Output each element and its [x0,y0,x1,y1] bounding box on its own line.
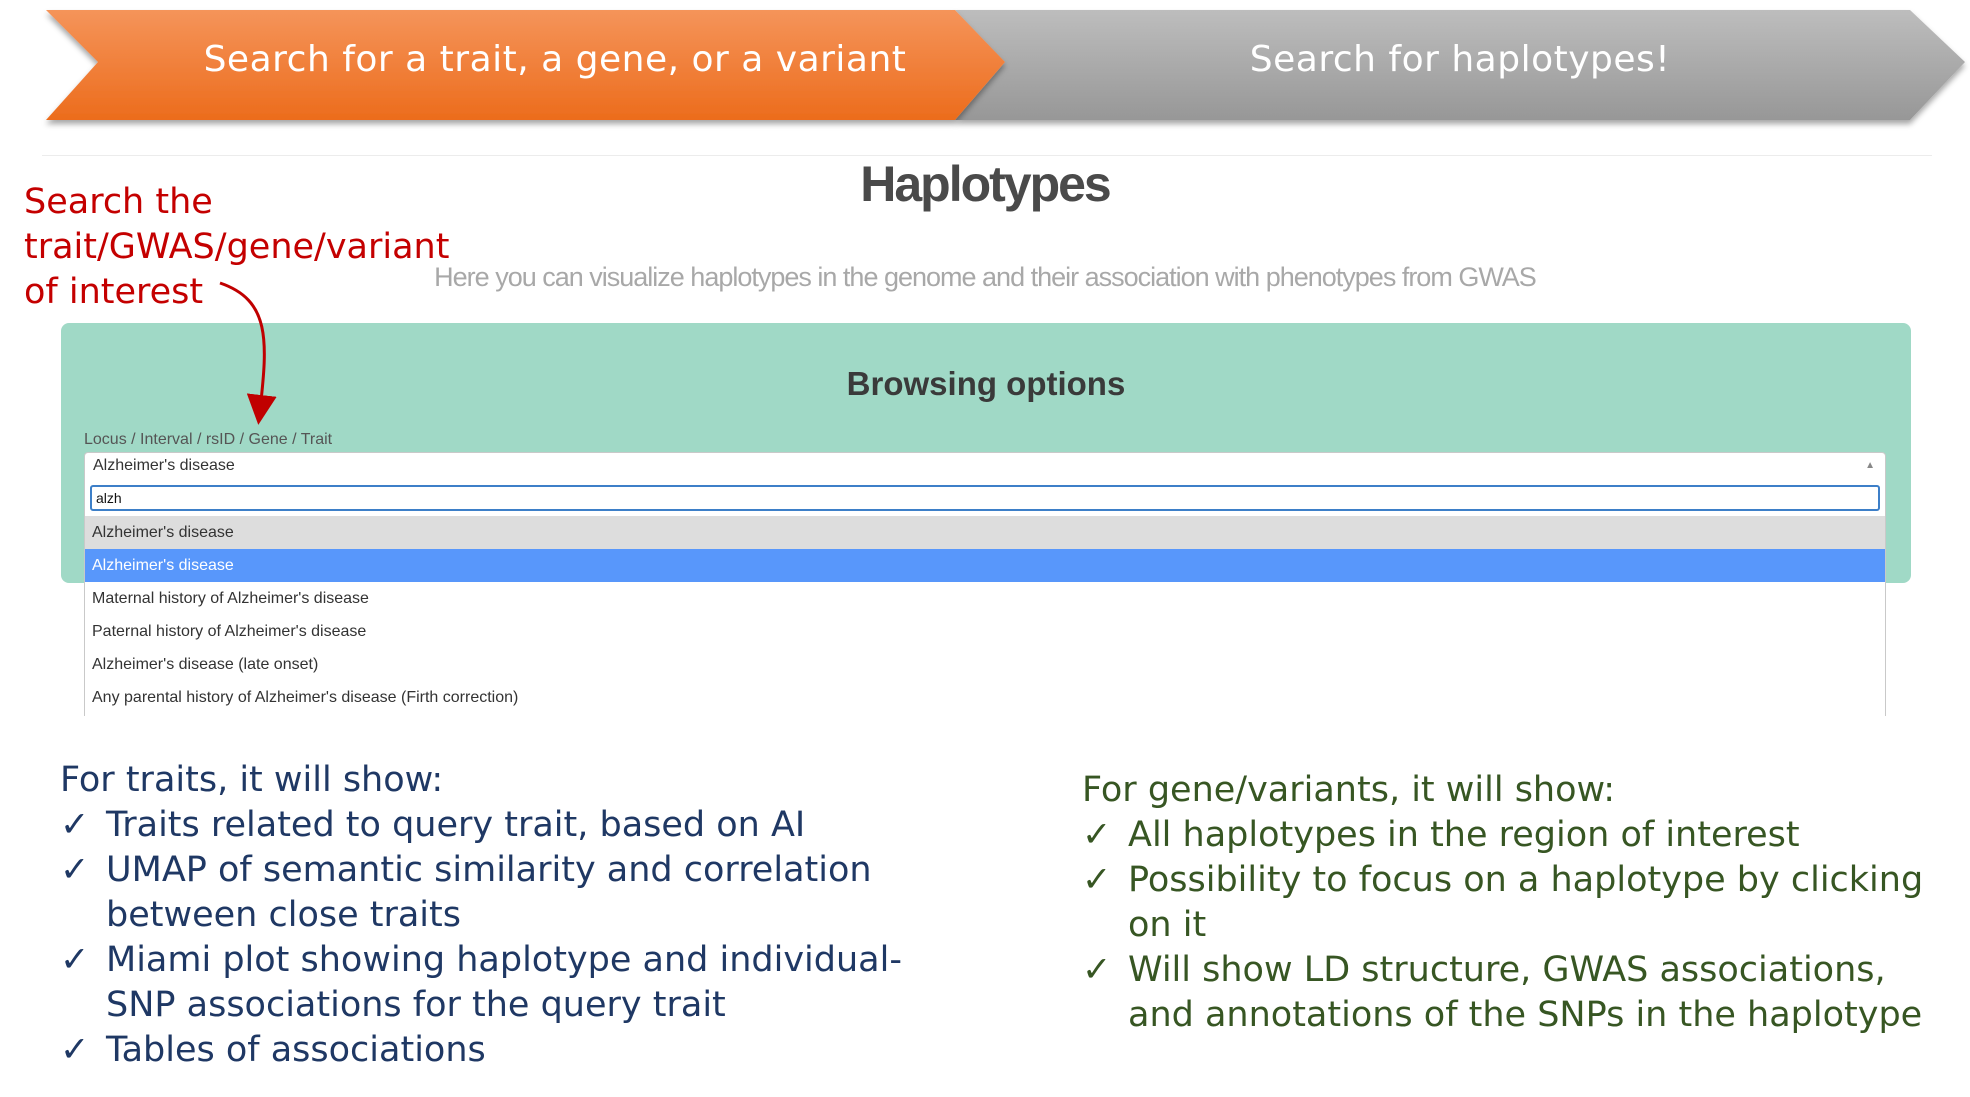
dropdown-search-input[interactable] [90,485,1880,511]
checkmark-icon: ✓ [60,940,90,980]
list-item: ✓ Possibility to focus on a haplotype by … [1082,858,1962,948]
dropdown-option[interactable]: Any parental history of Alzheimer's dise… [85,681,1885,714]
item-text: Traits related to query trait, based on … [106,805,806,845]
item-text: Tables of associations [106,1030,486,1070]
select-dropdown: Alzheimer's disease Alzheimer's disease … [84,480,1886,716]
checkmark-icon: ✓ [60,1030,90,1070]
dropdown-option[interactable]: Maternal history of Alzheimer's disease [85,582,1885,615]
search-annotation: Search the trait/GWAS/gene/variant of in… [24,180,464,315]
checkmark-icon: ✓ [60,850,90,890]
checkmark-icon: ✓ [1082,950,1112,990]
genes-list-heading: For gene/variants, it will show: [1082,767,1962,813]
annotation-line: of interest [24,272,204,312]
traits-list-heading: For traits, it will show: [60,757,920,803]
caret-up-icon[interactable]: ▲ [1865,460,1875,471]
list-item: ✓ Traits related to query trait, based on… [60,803,920,848]
dropdown-option[interactable]: Alzheimer's disease (late onset) [85,648,1885,681]
checkmark-icon: ✓ [60,805,90,845]
selected-value: Alzheimer's disease [93,457,235,474]
search-field-label: Locus / Interval / rsID / Gene / Trait [84,431,333,448]
genes-items: ✓ All haplotypes in the region of interes… [1082,813,1962,1038]
heading-suffix: , it will show: [217,760,444,800]
dropdown-option-highlighted[interactable]: Alzheimer's disease [85,549,1885,582]
traits-items: ✓ Traits related to query trait, based on… [60,803,920,1073]
checkmark-icon: ✓ [1082,815,1112,855]
checkmark-icon: ✓ [1082,860,1112,900]
trait-select[interactable]: Alzheimer's disease ▲ [84,452,1886,480]
heading-keyword: gene/variants [1147,770,1389,810]
dropdown-option[interactable]: Paternal history of Alzheimer's disease [85,615,1885,648]
list-item: ✓ All haplotypes in the region of interes… [1082,813,1962,858]
heading-prefix: For [60,760,115,800]
heading-suffix: , it will show: [1388,770,1616,810]
item-text: UMAP of semantic similarity and correlat… [106,850,872,935]
list-item: ✓ Tables of associations [60,1028,920,1073]
step-banner: Search for a trait, a gene, or a variant… [0,0,1970,140]
list-item: ✓ UMAP of semantic similarity and correla… [60,848,920,938]
item-text: Possibility to focus on a haplotype by c… [1128,860,1924,945]
dropdown-option[interactable]: Alzheimer's disease [85,516,1885,549]
heading-prefix: For [1082,770,1137,810]
step1-label[interactable]: Search for a trait, a gene, or a variant [150,34,960,86]
traits-feature-list: For traits, it will show: ✓ Traits relate… [60,757,920,1073]
item-text: All haplotypes in the region of interest [1128,815,1800,855]
annotation-line: Search the [24,182,213,222]
item-text: Will show LD structure, GWAS association… [1128,950,1923,1035]
annotation-line: trait/GWAS/gene/variant [24,227,450,267]
browsing-options-title: Browsing options [846,365,1126,402]
list-item: ✓ Will show LD structure, GWAS associatio… [1082,948,1962,1038]
heading-keyword: traits [125,760,218,800]
genes-feature-list: For gene/variants, it will show: ✓ All ha… [1082,767,1962,1038]
list-item: ✓ Miami plot showing haplotype and indivi… [60,938,920,1028]
item-text: Miami plot showing haplotype and individ… [106,940,902,1025]
step2-label[interactable]: Search for haplotypes! [1000,34,1920,86]
